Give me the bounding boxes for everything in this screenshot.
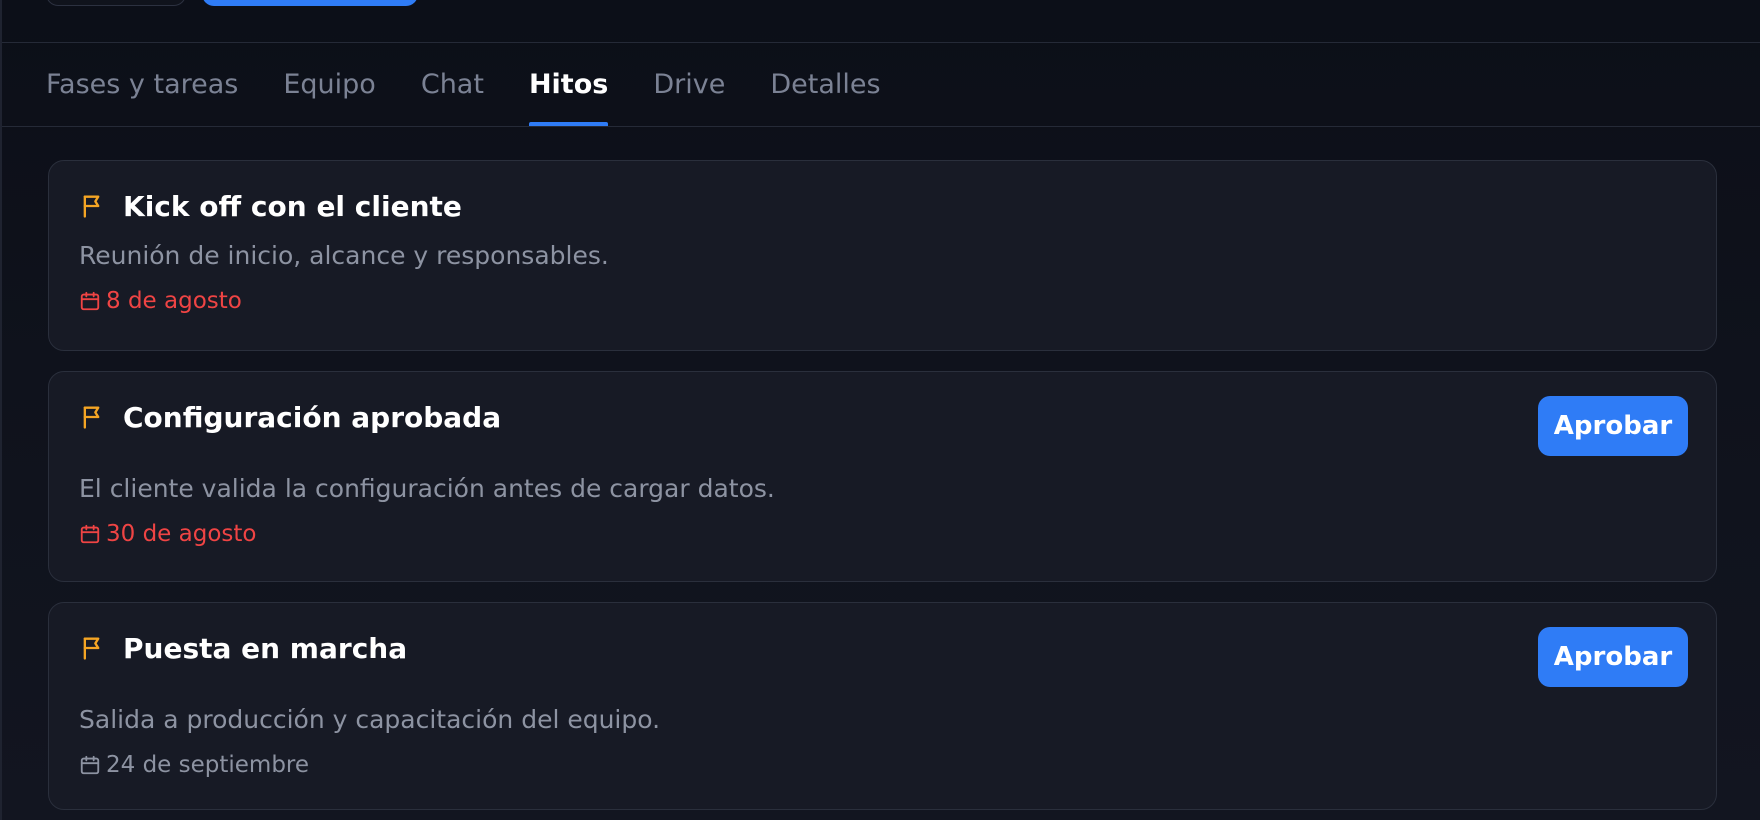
project-tabs: Fases y tareas Equipo Chat Hitos Drive D… [2,43,1760,127]
milestone-list: Kick off con el cliente Reunión de inici… [48,160,1717,820]
milestone-card: Puesta en marcha Aprobar Salida a produc… [48,602,1717,810]
tab-hitos[interactable]: Hitos [528,43,609,126]
milestone-date-text: 30 de agosto [106,521,257,547]
tab-equipo[interactable]: Equipo [283,43,375,126]
milestone-date-text: 8 de agosto [106,288,242,314]
tab-detalles[interactable]: Detalles [770,43,880,126]
calendar-icon [80,755,100,775]
milestone-date: 8 de agosto [79,288,1686,314]
calendar-icon [80,291,100,311]
project-view: Fases y tareas Equipo Chat Hitos Drive D… [0,0,1760,820]
milestone-description: Salida a producción y capacitación del e… [79,705,661,734]
primary-action-button[interactable] [202,0,418,6]
milestone-title: Kick off con el cliente [123,189,462,223]
header-actions [2,0,1760,43]
milestone-description: El cliente valida la configuración antes… [79,474,775,503]
milestone-date: 30 de agosto [79,521,1686,547]
secondary-action-button[interactable] [46,0,186,6]
flag-icon [79,634,107,662]
tab-chat[interactable]: Chat [421,43,484,126]
milestone-description: Reunión de inicio, alcance y responsable… [79,241,609,270]
milestone-date: 24 de septiembre [79,752,1686,778]
milestone-header: Kick off con el cliente [79,189,1686,223]
milestone-title: Configuración aprobada [123,400,502,434]
flag-icon [79,192,107,220]
approve-button[interactable]: Aprobar [1538,396,1688,456]
milestone-header: Puesta en marcha [79,631,1686,665]
milestone-header: Configuración aprobada [79,400,1686,434]
flag-icon [79,403,107,431]
milestone-card: Kick off con el cliente Reunión de inici… [48,160,1717,351]
milestone-card: Configuración aprobada Aprobar El client… [48,371,1717,582]
milestone-date-text: 24 de septiembre [106,752,310,778]
tab-drive[interactable]: Drive [653,43,725,126]
tab-fases-y-tareas[interactable]: Fases y tareas [46,43,238,126]
approve-button[interactable]: Aprobar [1538,627,1688,687]
milestone-title: Puesta en marcha [123,631,408,665]
calendar-icon [80,524,100,544]
